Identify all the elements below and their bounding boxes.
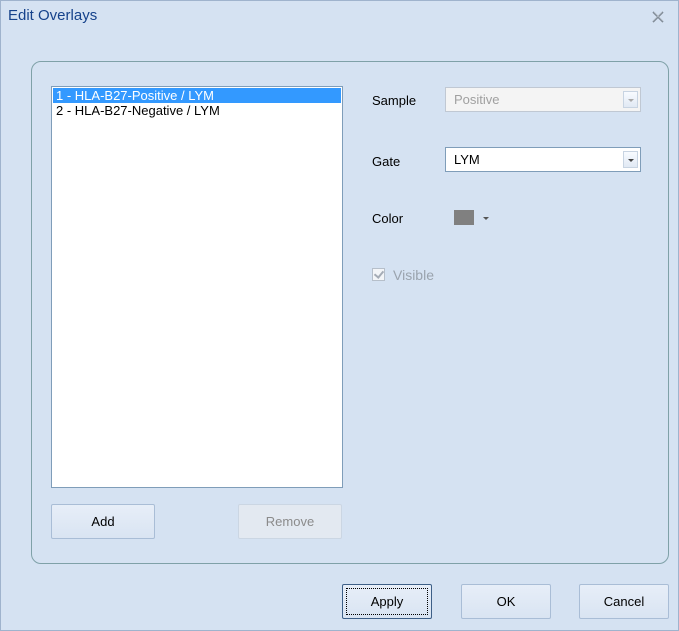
list-item[interactable]: 2 - HLA-B27-Negative / LYM <box>53 103 341 118</box>
gate-dropdown[interactable]: LYM <box>445 147 641 172</box>
chevron-down-icon[interactable] <box>623 151 638 168</box>
add-button[interactable]: Add <box>51 504 155 539</box>
dialog-title: Edit Overlays <box>8 7 98 24</box>
gate-label: Gate <box>372 154 401 169</box>
visible-label: Visible <box>393 267 434 283</box>
remove-button: Remove <box>238 504 342 539</box>
cancel-button[interactable]: Cancel <box>579 584 669 619</box>
edit-overlays-dialog: Edit Overlays 1 - HLA-B27-Positive / LYM… <box>0 0 679 631</box>
color-swatch <box>454 210 474 225</box>
chevron-down-icon <box>623 91 638 108</box>
overlay-list[interactable]: 1 - HLA-B27-Positive / LYM 2 - HLA-B27-Ne… <box>51 86 343 488</box>
sample-value: Positive <box>454 92 500 107</box>
visible-checkbox <box>372 268 385 281</box>
sample-dropdown: Positive <box>445 87 641 112</box>
ok-button[interactable]: OK <box>461 584 551 619</box>
title-bar[interactable]: Edit Overlays <box>1 1 678 31</box>
chevron-down-icon <box>483 217 489 220</box>
sample-label: Sample <box>372 93 417 108</box>
gate-value: LYM <box>454 152 480 167</box>
list-item[interactable]: 1 - HLA-B27-Positive / LYM <box>53 88 341 103</box>
apply-button[interactable]: Apply <box>342 584 432 619</box>
close-icon[interactable] <box>651 10 665 24</box>
color-label: Color <box>372 211 404 226</box>
color-picker-button[interactable] <box>445 203 497 231</box>
